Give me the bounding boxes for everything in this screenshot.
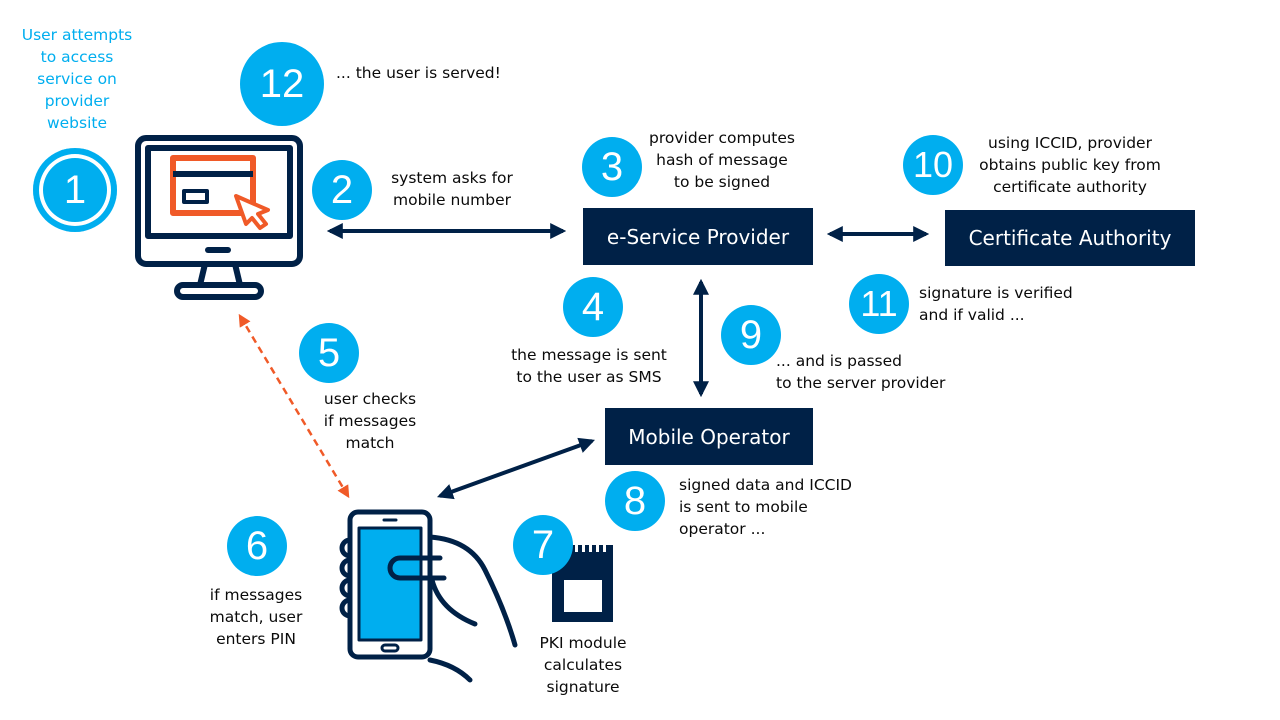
text-line: if messages <box>209 586 303 604</box>
step-number: 3 <box>600 144 624 189</box>
text-line: system asks for <box>391 169 513 187</box>
text-line: signature <box>546 678 620 696</box>
text-line: and if valid ... <box>919 306 1025 324</box>
text-line: to be signed <box>673 173 771 191</box>
mobile-operator-box: Mobile Operator <box>605 408 813 465</box>
step-2-badge: 2 <box>312 160 372 220</box>
step-6-badge: 6 <box>227 516 287 576</box>
text-line: to access <box>40 48 114 66</box>
text-line: provider computes <box>649 129 795 147</box>
step-11-text: signature is verified and if valid ... <box>919 282 1073 326</box>
step-9-text: ... and is passed to the server provider <box>776 350 945 394</box>
step-10-badge: 10 <box>903 135 963 195</box>
text-line: website <box>46 114 108 132</box>
step-5-text: user checks if messages match <box>324 388 416 454</box>
text-line: to the user as SMS <box>516 368 662 386</box>
step-7-badge: 7 <box>513 515 573 575</box>
step-number: 6 <box>245 523 269 568</box>
step-5-badge: 5 <box>299 323 359 383</box>
step-3-text: provider computes hash of message to be si… <box>649 127 795 193</box>
text-line: PKI module <box>539 634 627 652</box>
text-line: enters PIN <box>216 630 296 648</box>
certificate-authority-box: Certificate Authority <box>945 210 1195 266</box>
step-12-text: ... the user is served! <box>336 62 501 84</box>
text-line: User attempts <box>21 26 133 44</box>
text-line: hash of message <box>656 151 788 169</box>
box-label: Mobile Operator <box>628 424 790 449</box>
step-9-badge: 9 <box>721 305 781 365</box>
text-line: ... and is passed <box>776 352 902 370</box>
text-line: mobile number <box>392 191 511 209</box>
step-number: 12 <box>259 61 305 106</box>
step-12-badge: 12 <box>240 42 324 126</box>
step-number: 11 <box>860 283 898 324</box>
step-number: 10 <box>912 144 954 185</box>
step-6-text: if messages match, user enters PIN <box>210 584 303 650</box>
text-line: using ICCID, provider <box>988 134 1152 152</box>
step-number: 9 <box>739 312 763 357</box>
phone-in-hand-icon <box>339 509 518 683</box>
step-4-text: the message is sent to the user as SMS <box>511 344 667 388</box>
box-label: Certificate Authority <box>968 226 1172 250</box>
step-7-text: PKI module calculates signature <box>539 632 626 698</box>
step-11-badge: 11 <box>849 274 909 334</box>
step-1-badge: 1 <box>33 148 117 232</box>
text-line: ... the user is served! <box>336 64 501 82</box>
text-line: the message is sent <box>511 346 667 364</box>
text-line: certificate authority <box>993 178 1147 196</box>
step-number: 5 <box>317 330 341 375</box>
monitor-icon <box>135 135 303 300</box>
step-number: 4 <box>581 284 605 329</box>
text-line: obtains public key from <box>979 156 1161 174</box>
text-line: user checks <box>323 390 417 408</box>
text-line: signed data and ICCID <box>679 476 852 494</box>
step-number: 8 <box>623 478 647 523</box>
arrow-phone-operator <box>436 437 596 500</box>
box-label: e-Service Provider <box>606 224 790 249</box>
step-number: 7 <box>531 522 555 567</box>
text-line: to the server provider <box>776 374 946 392</box>
step-8-badge: 8 <box>605 471 665 531</box>
step-4-badge: 4 <box>563 277 623 337</box>
text-line: operator ... <box>679 520 766 538</box>
text-line: if messages <box>323 412 417 430</box>
text-line: match, user <box>209 608 303 626</box>
text-line: is sent to mobile <box>679 498 808 516</box>
text-line: calculates <box>543 656 623 674</box>
step-number: 1 <box>63 167 87 212</box>
step-1-text: User attempts to access service on provider… <box>22 24 133 134</box>
step-3-badge: 3 <box>582 137 642 197</box>
e-service-provider-box: e-Service Provider <box>583 208 813 265</box>
text-line: provider <box>44 92 110 110</box>
text-line: service on <box>37 70 117 88</box>
step-10-text: using ICCID, provider obtains public key … <box>979 132 1161 198</box>
step-number: 2 <box>330 167 354 212</box>
text-line: match <box>345 434 395 452</box>
step-2-text: system asks for mobile number <box>391 167 513 211</box>
text-line: signature is verified <box>919 284 1073 302</box>
step-8-text: signed data and ICCID is sent to mobile op… <box>679 474 852 540</box>
